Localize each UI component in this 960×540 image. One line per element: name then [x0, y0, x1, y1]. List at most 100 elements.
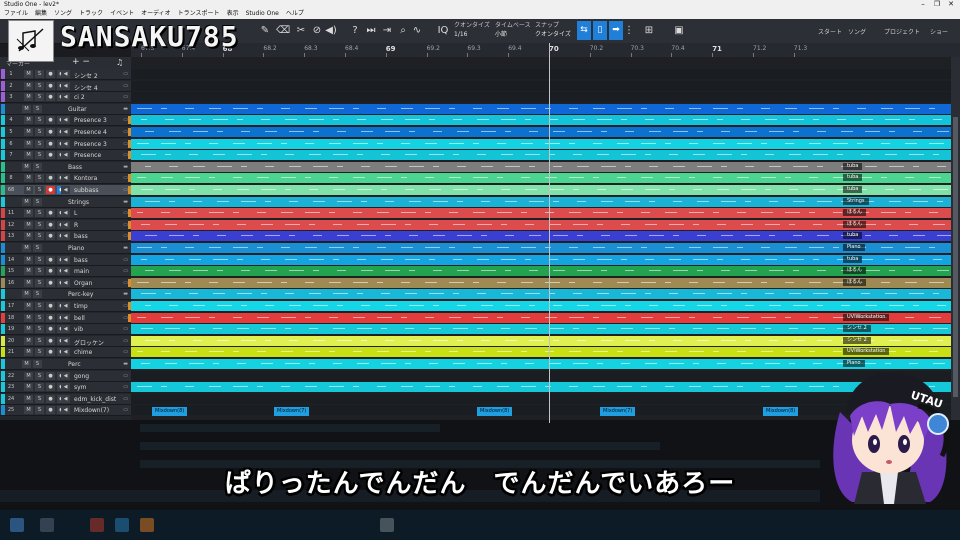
midi-note[interactable]	[425, 351, 431, 353]
midi-note[interactable]	[137, 142, 149, 144]
midi-note[interactable]	[597, 328, 606, 330]
midi-note[interactable]	[401, 316, 407, 318]
midi-note[interactable]	[645, 293, 651, 295]
midi-note[interactable]	[713, 212, 719, 214]
mixdown-event[interactable]: Mixdown(8)	[152, 407, 188, 416]
midi-note[interactable]	[357, 154, 363, 156]
arrange-lane[interactable]: Strings	[131, 196, 951, 207]
midi-note[interactable]	[761, 386, 770, 388]
midi-note[interactable]	[577, 339, 586, 341]
mute-button[interactable]: M	[24, 348, 33, 357]
track-name[interactable]: Mixdown(7)	[74, 407, 109, 414]
midi-note[interactable]	[861, 293, 870, 295]
mixdown-event[interactable]: Mixdown(7)	[274, 407, 310, 416]
midi-note[interactable]	[193, 270, 208, 272]
record-button[interactable]: ●	[46, 383, 55, 392]
record-button[interactable]: ●	[46, 93, 55, 102]
midi-note[interactable]	[665, 247, 674, 248]
midi-note[interactable]	[377, 281, 383, 283]
midi-note[interactable]	[529, 339, 544, 341]
midi-note[interactable]	[409, 131, 415, 132]
midi-note[interactable]	[529, 270, 538, 272]
midi-note[interactable]	[161, 386, 167, 388]
midi-note[interactable]	[933, 293, 939, 295]
solo-button[interactable]: S	[35, 186, 44, 194]
midi-note[interactable]	[601, 270, 607, 272]
midi-note[interactable]	[601, 339, 613, 341]
record-button[interactable]: ●	[46, 255, 55, 264]
midi-note[interactable]	[285, 328, 291, 330]
midi-note[interactable]	[305, 316, 311, 318]
midi-note[interactable]	[693, 328, 702, 330]
midi-note[interactable]	[745, 165, 754, 167]
midi-note[interactable]	[145, 200, 160, 202]
midi-note[interactable]	[169, 305, 178, 306]
midi-note[interactable]	[405, 258, 420, 260]
midi-note[interactable]	[697, 235, 706, 237]
midi-note[interactable]	[329, 177, 338, 179]
midi-note[interactable]	[761, 247, 770, 248]
midi-note[interactable]	[689, 316, 695, 318]
midi-note[interactable]	[425, 247, 440, 248]
midi-note[interactable]	[161, 107, 167, 109]
midi-note[interactable]	[481, 305, 493, 306]
midi-note[interactable]	[285, 154, 294, 156]
midi-note[interactable]	[409, 165, 424, 167]
midi-note[interactable]	[737, 177, 749, 179]
midi-note[interactable]	[569, 142, 575, 144]
track-name[interactable]: timp	[74, 303, 88, 310]
midi-note[interactable]	[329, 247, 344, 248]
solo-button[interactable]: S	[35, 302, 44, 310]
midi-note[interactable]	[525, 119, 531, 121]
arrange-lane[interactable]	[131, 92, 951, 103]
app-icon[interactable]	[140, 518, 154, 532]
midi-note[interactable]	[909, 119, 915, 121]
midi-note[interactable]	[357, 293, 363, 295]
midi-note[interactable]	[669, 223, 684, 225]
midi-note[interactable]	[141, 154, 156, 156]
midi-note[interactable]	[577, 270, 592, 272]
midi-note[interactable]	[769, 200, 778, 202]
midi-note[interactable]	[457, 305, 466, 306]
solo-button[interactable]: S	[35, 139, 44, 148]
midi-note[interactable]	[593, 212, 608, 214]
solo-button[interactable]: S	[35, 151, 44, 160]
midi-note[interactable]	[265, 200, 271, 202]
record-button[interactable]: ●	[46, 278, 55, 287]
midi-note[interactable]	[337, 131, 346, 132]
midi-note[interactable]	[137, 351, 143, 353]
midi-note[interactable]	[401, 386, 413, 388]
midi-note[interactable]	[193, 235, 199, 237]
midi-note[interactable]	[241, 131, 250, 132]
midi-note[interactable]	[937, 131, 949, 132]
midi-note[interactable]	[549, 223, 561, 225]
midi-note[interactable]	[617, 386, 632, 388]
midi-note[interactable]	[665, 212, 677, 214]
midi-note[interactable]	[237, 293, 252, 295]
arrange-lane[interactable]: tuba	[131, 231, 952, 242]
record-button[interactable]: ●	[46, 313, 55, 322]
track-header[interactable]: M S Guitar ▬	[0, 103, 131, 115]
midi-note[interactable]	[425, 177, 434, 179]
track-name[interactable]: bass	[74, 257, 88, 264]
track-header[interactable]: 23MS●◐◀sym▭	[0, 382, 131, 394]
midi-note[interactable]	[905, 316, 914, 318]
midi-note[interactable]	[933, 223, 945, 225]
close-button[interactable]: ✕	[944, 0, 958, 9]
solo-button[interactable]: S	[35, 220, 44, 229]
track-header[interactable]: 17MS●◐◀timp▭	[0, 301, 131, 312]
solo-button[interactable]: S	[35, 93, 44, 102]
midi-note[interactable]	[689, 212, 704, 214]
midi-note[interactable]	[309, 258, 324, 260]
midi-note[interactable]	[361, 235, 376, 237]
midi-note[interactable]	[641, 212, 650, 214]
midi-note[interactable]	[929, 142, 944, 144]
app-icon[interactable]	[115, 518, 129, 532]
mute-button[interactable]: M	[24, 394, 33, 403]
midi-note[interactable]	[713, 386, 728, 388]
search-icon[interactable]: ⌕	[396, 24, 410, 38]
midi-note[interactable]	[433, 270, 442, 272]
mute-button[interactable]: M	[22, 104, 31, 113]
speaker-icon[interactable]: ◀	[61, 325, 70, 334]
midi-note[interactable]	[497, 177, 503, 179]
